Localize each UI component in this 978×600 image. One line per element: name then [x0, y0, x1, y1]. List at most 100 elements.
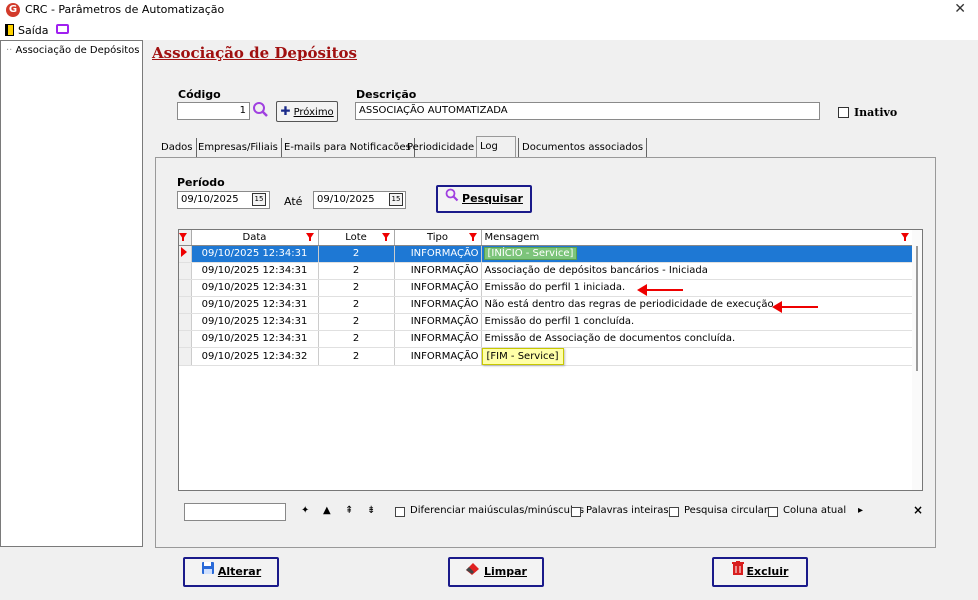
alterar-button[interactable]: Alterar — [183, 557, 279, 587]
cell-data[interactable]: 09/10/2025 12:34:31 — [191, 262, 319, 280]
limpar-button[interactable]: Limpar — [448, 557, 544, 587]
alterar-button-label: Alterar — [217, 565, 262, 578]
find-first-icon[interactable]: ✦ — [301, 505, 309, 516]
search-button-label: Pesquisar — [462, 192, 523, 205]
table-row[interactable]: 09/10/2025 12:34:31 2 INFORMAÇÃO [INÍCIO… — [179, 245, 914, 263]
column-header-lote[interactable]: Lote — [318, 230, 395, 246]
inativo-checkbox[interactable] — [838, 107, 849, 118]
cell-mensagem-value: [FIM - Service] — [481, 347, 564, 365]
descricao-input[interactable]: ASSOCIAÇÃO AUTOMATIZADA — [355, 102, 820, 120]
save-icon — [201, 559, 215, 585]
current-column-checkbox[interactable] — [768, 507, 778, 517]
grid-search-bar: ✦ ▲ ⇞ ⇟ Diferenciar maiúsculas/minúscula… — [178, 500, 923, 525]
indicator-header[interactable] — [178, 230, 192, 246]
cell-mensagem[interactable]: Emissão do perfil 1 concluída. — [481, 313, 914, 331]
to-date-value: 09/10/2025 — [317, 194, 375, 205]
close-search-icon[interactable]: × — [913, 503, 923, 517]
find-last-icon[interactable]: ⇟ — [367, 505, 375, 516]
cell-tipo[interactable]: INFORMAÇÃO — [394, 279, 482, 297]
cell-data[interactable]: 09/10/2025 12:34:31 — [191, 279, 319, 297]
whole-words-checkbox[interactable] — [571, 507, 581, 517]
column-header-data[interactable]: Data — [191, 230, 319, 246]
grid-vertical-scrollbar[interactable] — [912, 230, 922, 490]
column-header-mensagem[interactable]: Mensagem — [481, 230, 914, 246]
column-label: Tipo — [426, 231, 449, 243]
column-label: Mensagem — [484, 231, 540, 243]
search-codigo-icon[interactable] — [252, 101, 270, 119]
table-row[interactable]: 09/10/2025 12:34:31 2 INFORMAÇÃO Emissão… — [179, 313, 914, 331]
plus-icon: ✚ — [280, 104, 291, 118]
cell-lote[interactable]: 2 — [318, 313, 395, 331]
cell-data[interactable]: 09/10/2025 12:34:32 — [191, 347, 319, 366]
table-row[interactable]: 09/10/2025 12:34:31 2 INFORMAÇÃO Emissão… — [179, 330, 914, 348]
filter-icon[interactable] — [305, 233, 314, 241]
table-row[interactable]: 09/10/2025 12:34:32 2 INFORMAÇÃO [FIM - … — [179, 347, 914, 366]
cell-mensagem[interactable]: Não está dentro das regras de periodicid… — [481, 296, 914, 314]
cell-tipo[interactable]: INFORMAÇÃO — [394, 330, 482, 348]
close-window-button[interactable]: ✕ — [954, 1, 966, 17]
periodo-label: Período — [177, 176, 225, 189]
find-previous-icon[interactable]: ▲ — [323, 505, 331, 516]
screen-icon[interactable] — [56, 24, 69, 34]
inativo-label: Inativo — [854, 106, 898, 119]
search-icon — [445, 187, 459, 211]
column-header-tipo[interactable]: Tipo — [394, 230, 482, 246]
exit-door-icon[interactable] — [5, 24, 14, 36]
cell-tipo[interactable]: INFORMAÇÃO — [394, 262, 482, 280]
filter-icon[interactable] — [468, 233, 477, 241]
limpar-button-label: Limpar — [484, 565, 527, 578]
search-button[interactable]: Pesquisar — [436, 185, 532, 213]
cell-data[interactable]: 09/10/2025 12:34:31 — [191, 296, 319, 314]
cell-mensagem[interactable]: Emissão de Associação de documentos conc… — [481, 330, 914, 348]
filter-icon[interactable] — [900, 233, 909, 241]
cell-tipo[interactable]: INFORMAÇÃO — [394, 347, 482, 366]
cell-mensagem[interactable]: Emissão do perfil 1 iniciada. — [481, 279, 914, 297]
cell-tipo[interactable]: INFORMAÇÃO — [394, 313, 482, 331]
circular-search-checkbox[interactable] — [669, 507, 679, 517]
filter-icon[interactable] — [178, 233, 187, 241]
cell-lote[interactable]: 2 — [318, 296, 395, 314]
cell-data[interactable]: 09/10/2025 12:34:31 — [191, 313, 319, 331]
tab-empresas-filiais[interactable]: Empresas/Filiais — [195, 138, 282, 158]
row-indicator — [179, 347, 192, 366]
tab-log[interactable]: Log — [476, 136, 516, 158]
table-row[interactable]: 09/10/2025 12:34:31 2 INFORMAÇÃO Associa… — [179, 262, 914, 280]
tab-periodicidade[interactable]: Periodicidade — [404, 138, 479, 158]
cell-data[interactable]: 09/10/2025 12:34:31 — [191, 245, 319, 263]
descricao-label: Descrição — [356, 88, 417, 101]
table-row[interactable]: 09/10/2025 12:34:31 2 INFORMAÇÃO Não est… — [179, 296, 914, 314]
scrollbar-thumb[interactable] — [916, 246, 918, 371]
cell-data[interactable]: 09/10/2025 12:34:31 — [191, 330, 319, 348]
case-sensitive-checkbox[interactable] — [395, 507, 405, 517]
cell-lote[interactable]: 2 — [318, 330, 395, 348]
more-options-icon[interactable]: ▸ — [858, 505, 863, 516]
cell-mensagem[interactable]: [INÍCIO - Service] — [481, 245, 914, 263]
cell-mensagem-value: [INÍCIO - Service] — [483, 247, 578, 260]
ate-label: Até — [284, 195, 303, 208]
cell-lote[interactable]: 2 — [318, 245, 395, 263]
menu-exit[interactable]: Saída — [18, 24, 49, 37]
cell-mensagem[interactable]: [FIM - Service] — [481, 347, 914, 366]
calendar-icon[interactable]: 15 — [252, 193, 266, 206]
cell-tipo[interactable]: INFORMAÇÃO — [394, 245, 482, 263]
codigo-input[interactable]: 1 — [177, 102, 250, 120]
excluir-button[interactable]: Excluir — [712, 557, 808, 587]
cell-lote[interactable]: 2 — [318, 347, 395, 366]
tab-emails-notificacoes[interactable]: E-mails para Notificacões — [281, 138, 415, 158]
table-row[interactable]: 09/10/2025 12:34:31 2 INFORMAÇÃO Emissão… — [179, 279, 914, 297]
cell-mensagem[interactable]: Associação de depósitos bancários - Inic… — [481, 262, 914, 280]
find-next-icon[interactable]: ⇞ — [345, 505, 353, 516]
row-indicator — [179, 296, 192, 314]
grid-search-input[interactable] — [184, 503, 286, 521]
cell-lote[interactable]: 2 — [318, 279, 395, 297]
filter-icon[interactable] — [381, 233, 390, 241]
tree-item-associacao[interactable]: ·· Associação de Depósitos — [6, 45, 140, 56]
log-grid[interactable]: Data Lote Tipo Mensagem 09/10/2025 12:34… — [178, 229, 923, 491]
calendar-icon[interactable]: 15 — [389, 193, 403, 206]
tab-documentos-associados[interactable]: Documentos associados — [518, 138, 648, 158]
annotation-arrow-icon — [772, 301, 818, 313]
tab-dados[interactable]: Dados — [158, 138, 197, 158]
cell-lote[interactable]: 2 — [318, 262, 395, 280]
cell-tipo[interactable]: INFORMAÇÃO — [394, 296, 482, 314]
next-button[interactable]: ✚ Próximo — [276, 101, 338, 122]
